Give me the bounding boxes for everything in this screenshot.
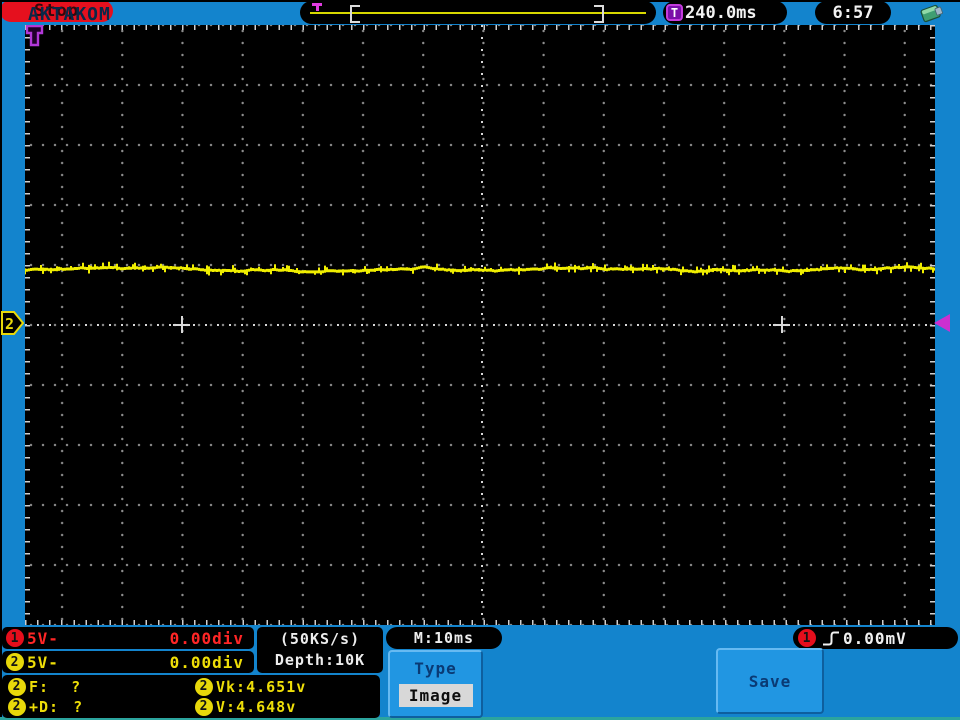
- ch2-level-marker: 2: [1, 311, 24, 335]
- trigger-level-badge: 1 0.00mV: [793, 627, 958, 649]
- measurement-duty: 2 +D: ?: [8, 697, 83, 716]
- trigger-t-icon: T: [666, 4, 683, 21]
- display-window-left-bracket: [350, 5, 360, 23]
- trigger-delay-badge: T 240.0ms: [663, 1, 787, 24]
- meas-value: 4.651v: [246, 677, 307, 696]
- screenshot-left-edge: [0, 0, 2, 717]
- ch1-scale: 5V-: [27, 628, 59, 648]
- memory-position-bar: [300, 1, 656, 24]
- aktakom-oscilloscope-display: AKTAKOM Stop T 240.0ms 6:57 2 1 5V- 0.00…: [0, 0, 960, 720]
- meas-label: F:: [29, 677, 50, 696]
- acquisition-info-box: (50KS/s) Depth:10K: [257, 627, 383, 673]
- timebase-badge: M:10ms: [386, 627, 502, 649]
- meas-label: +D:: [29, 697, 60, 716]
- display-window-right-bracket: [594, 5, 604, 23]
- measurement-frequency: 2 F: ?: [8, 677, 81, 696]
- trigger-position-marker: [25, 25, 44, 47]
- ch1-offset: 0.00div: [169, 628, 244, 648]
- meas-value: 4.648v: [236, 697, 297, 716]
- waveform-display: [25, 25, 935, 625]
- usb-disk-icon: [920, 4, 943, 23]
- type-button-value: Image: [398, 684, 473, 707]
- measurement-vk: 2 Vk: 4.651v: [195, 677, 306, 696]
- clock-label: 6:57: [832, 2, 874, 23]
- type-button[interactable]: Type Image: [388, 650, 483, 718]
- measurement-v: 2 V: 4.648v: [195, 697, 296, 716]
- save-button-label: Save: [748, 671, 792, 691]
- meas-ch-icon: 2: [195, 697, 213, 716]
- trigger-source-icon: 1: [798, 629, 816, 647]
- meas-value: ?: [73, 697, 84, 716]
- meas-ch-icon: 2: [195, 677, 213, 696]
- ch2-marker-number: 2: [5, 315, 14, 333]
- meas-label: V:: [216, 697, 237, 716]
- save-button[interactable]: Save: [716, 648, 824, 714]
- ch2-number-icon: 2: [6, 653, 24, 671]
- ch2-trace: [25, 261, 935, 276]
- rising-edge-icon: [823, 631, 839, 645]
- trigger-delay-value: 240.0ms: [685, 2, 757, 23]
- meas-ch-icon: 2: [8, 697, 26, 716]
- sample-rate-label: (50KS/s): [279, 630, 361, 648]
- memory-depth-label: Depth:10K: [274, 651, 366, 669]
- meas-label: Vk:: [216, 677, 247, 696]
- measurements-box: 2 F: ? 2 Vk: 4.651v 2 +D: ? 2 V: 4.648v: [2, 675, 380, 718]
- timebase-label: M:10ms: [413, 629, 475, 647]
- trigger-level-value: 0.00mV: [843, 628, 907, 648]
- trigger-level-arrow: [934, 314, 950, 332]
- ch2-status-row: 2 5V- 0.00div: [2, 651, 254, 673]
- clock-badge: 6:57: [815, 1, 891, 24]
- meas-ch-icon: 2: [8, 677, 26, 696]
- ch2-offset: 0.00div: [169, 652, 244, 672]
- brand-label: AKTAKOM: [28, 4, 111, 25]
- meas-value: ?: [71, 677, 82, 696]
- ch1-number-icon: 1: [6, 629, 24, 647]
- ch1-status-row: 1 5V- 0.00div: [2, 627, 254, 649]
- ch2-scale: 5V-: [27, 652, 59, 672]
- type-button-label: Type: [414, 659, 457, 678]
- memory-trigger-position-icon: [312, 3, 322, 11]
